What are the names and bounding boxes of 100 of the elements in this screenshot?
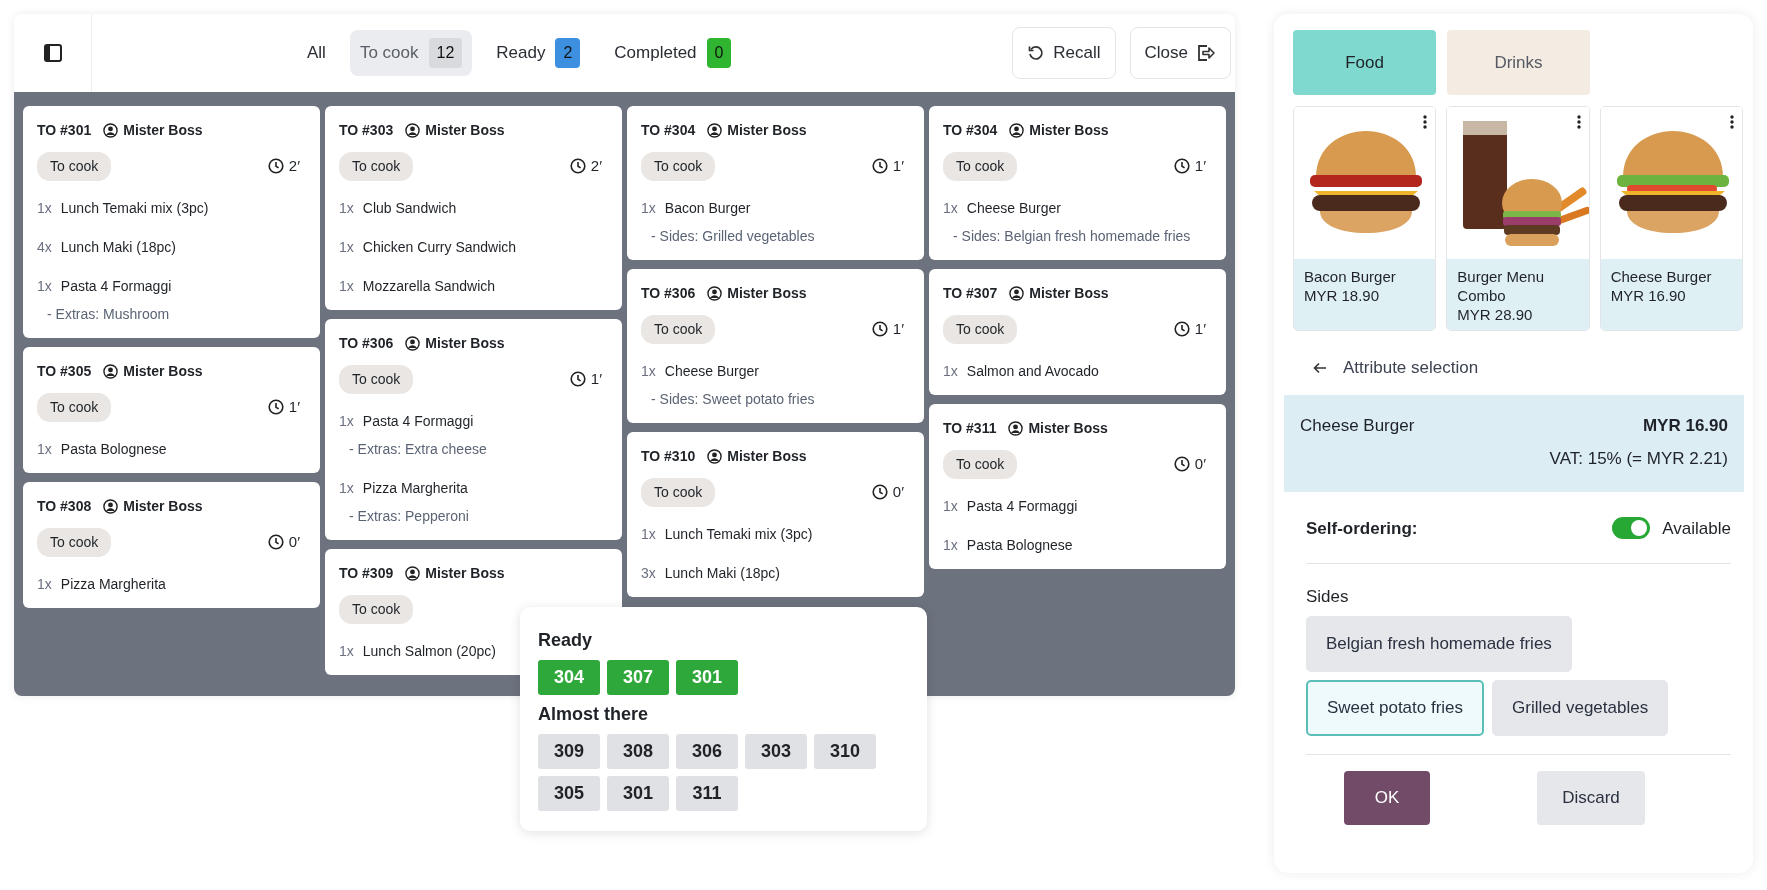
- item-quantity: 1x: [37, 277, 52, 296]
- item-quantity: 1x: [943, 199, 958, 218]
- product-name: Cheese Burger: [1610, 267, 1713, 286]
- filter-tab[interactable]: All: [297, 32, 336, 74]
- item-name: Cheese Burger: [664, 362, 759, 381]
- product-card[interactable]: Bacon Burger MYR 18.90: [1293, 106, 1437, 331]
- order-number: TO #307: [943, 283, 998, 303]
- status-pill: To cook: [37, 527, 112, 557]
- order-ticket[interactable]: TO #304 Mister Boss To cook 1′ 1x Bacon Burger - Sides: Grilled vegetables: [627, 106, 924, 260]
- filter-tab[interactable]: Completed 0: [604, 30, 742, 76]
- filter-tab[interactable]: Ready 2: [486, 30, 591, 76]
- filter-tab[interactable]: To cook 12: [349, 30, 473, 76]
- category-tab[interactable]: Drinks: [1447, 30, 1590, 95]
- item-quantity: 1x: [339, 412, 354, 431]
- group-title: Almost there: [538, 703, 650, 726]
- elapsed-time: 0′: [288, 531, 300, 552]
- product-price: MYR 28.90: [1457, 305, 1534, 324]
- item-name: Pasta Bolognese: [966, 536, 1073, 555]
- status-pill: To cook: [943, 449, 1018, 479]
- sidebar-toggle-button[interactable]: [14, 14, 92, 92]
- order-number-chip: 301: [607, 776, 669, 811]
- elapsed-time: 0′: [1194, 453, 1206, 474]
- option-button[interactable]: Belgian fresh homemade fries: [1306, 615, 1572, 672]
- customer-name: Mister Boss: [727, 120, 807, 140]
- order-ticket[interactable]: TO #308 Mister Boss To cook 0′ 1x Pizza Margherita: [23, 482, 320, 608]
- item-name: Pasta 4 Formaggi: [60, 277, 172, 296]
- order-number: TO #303: [339, 120, 394, 140]
- item-name: Pizza Margherita: [362, 479, 468, 498]
- customer-name: Mister Boss: [123, 120, 203, 140]
- toggle-label: Available: [1662, 517, 1731, 540]
- clock-icon: [1173, 321, 1190, 337]
- order-ticket[interactable]: TO #307 Mister Boss To cook 1′ 1x Salmon and Avocado: [929, 269, 1226, 395]
- order-number-chip: 308: [607, 734, 669, 769]
- more-options-icon[interactable]: [1576, 115, 1581, 129]
- item-quantity: 1x: [37, 440, 52, 459]
- count-badge: 0: [706, 38, 732, 68]
- order-ticket[interactable]: TO #306 Mister Boss To cook 1′ 1x Pasta 4 Formaggi - Extras: Extra cheese 1x Pizza Margherita - Extras: Pepperoni: [325, 319, 622, 540]
- clock-icon: [871, 321, 888, 337]
- order-number: TO #308: [37, 496, 92, 516]
- ok-button[interactable]: OK: [1344, 770, 1430, 825]
- item-modifier: - Sides: Grilled vegetables: [650, 227, 816, 246]
- more-options-icon[interactable]: [1423, 115, 1428, 129]
- status-pill: To cook: [37, 151, 112, 181]
- item-name: Chicken Curry Sandwich: [362, 238, 517, 257]
- item-quantity: 1x: [943, 536, 958, 555]
- item-name: Lunch Temaki mix (3pc): [60, 199, 209, 218]
- more-options-icon[interactable]: [1730, 115, 1734, 129]
- group-title: Ready: [538, 629, 594, 652]
- order-number: TO #304: [943, 120, 998, 140]
- user-icon: [1008, 420, 1024, 436]
- elapsed-time: 2′: [288, 155, 300, 176]
- status-pill: To cook: [641, 151, 716, 181]
- option-button[interactable]: Grilled vegetables: [1492, 679, 1669, 736]
- section-title: Attribute selection: [1343, 357, 1479, 379]
- customer-name: Mister Boss: [123, 496, 203, 516]
- status-pill: To cook: [943, 314, 1018, 344]
- item-quantity: 1x: [339, 479, 354, 498]
- customer-name: Mister Boss: [727, 446, 807, 466]
- order-number-chip: 307: [607, 660, 669, 695]
- item-modifier: - Sides: Sweet potato fries: [650, 390, 816, 409]
- toggle-switch[interactable]: [1612, 517, 1651, 540]
- product-card[interactable]: Cheese Burger MYR 16.90: [1599, 106, 1743, 331]
- item-quantity: 1x: [339, 238, 354, 257]
- count-badge: 12: [428, 38, 463, 68]
- elapsed-time: 1′: [892, 318, 904, 339]
- order-ticket[interactable]: TO #305 Mister Boss To cook 1′ 1x Pasta Bolognese: [23, 347, 320, 473]
- user-icon: [103, 498, 119, 514]
- user-icon: [405, 122, 421, 138]
- item-modifier: - Extras: Pepperoni: [348, 507, 470, 526]
- item-quantity: 1x: [641, 362, 656, 381]
- order-ticket[interactable]: TO #311 Mister Boss To cook 0′ 1x Pasta 4 Formaggi 1x Pasta Bolognese: [929, 404, 1226, 569]
- product-card[interactable]: Burger Menu Combo MYR 28.90: [1446, 106, 1590, 331]
- item-quantity: 1x: [943, 362, 958, 381]
- recall-button[interactable]: Recall: [1012, 27, 1116, 79]
- order-ticket[interactable]: TO #301 Mister Boss To cook 2′ 1x Lunch Temaki mix (3pc) 4x Lunch Maki (18pc) 1x Pasta 4 Formaggi - Extras: Mushroom: [23, 106, 320, 338]
- order-ticket[interactable]: TO #303 Mister Boss To cook 2′ 1x Club Sandwich 1x Chicken Curry Sandwich 1x Mozzarella Sandwich: [325, 106, 622, 310]
- product-name: Burger Menu Combo: [1457, 267, 1546, 305]
- clock-icon: [1173, 158, 1190, 174]
- close-button[interactable]: Close: [1129, 27, 1231, 79]
- order-number-chip: 305: [538, 776, 600, 811]
- vat-text: VAT: 15% (= MYR 2.21): [1548, 448, 1728, 470]
- order-number: TO #304: [641, 120, 696, 140]
- status-pill: To cook: [339, 594, 414, 624]
- back-arrow-icon[interactable]: [1313, 361, 1327, 374]
- option-button[interactable]: Sweet potato fries: [1306, 679, 1485, 736]
- category-tab[interactable]: Food: [1293, 30, 1436, 95]
- clock-icon: [569, 371, 586, 387]
- order-ticket[interactable]: TO #304 Mister Boss To cook 1′ 1x Cheese Burger - Sides: Belgian fresh homemade fries: [929, 106, 1226, 260]
- order-ticket[interactable]: TO #310 Mister Boss To cook 0′ 1x Lunch Temaki mix (3pc) 3x Lunch Maki (18pc): [627, 432, 924, 597]
- item-quantity: 1x: [339, 199, 354, 218]
- status-pill: To cook: [339, 364, 414, 394]
- order-ticket[interactable]: TO #306 Mister Boss To cook 1′ 1x Cheese Burger - Sides: Sweet potato fries: [627, 269, 924, 423]
- status-pill: To cook: [339, 151, 414, 181]
- item-quantity: 1x: [943, 497, 958, 516]
- customer-name: Mister Boss: [1028, 418, 1108, 438]
- user-icon: [103, 363, 119, 379]
- user-icon: [1009, 122, 1025, 138]
- item-quantity: 1x: [641, 199, 656, 218]
- order-number-chip: 301: [676, 660, 738, 695]
- discard-button[interactable]: Discard: [1537, 770, 1645, 825]
